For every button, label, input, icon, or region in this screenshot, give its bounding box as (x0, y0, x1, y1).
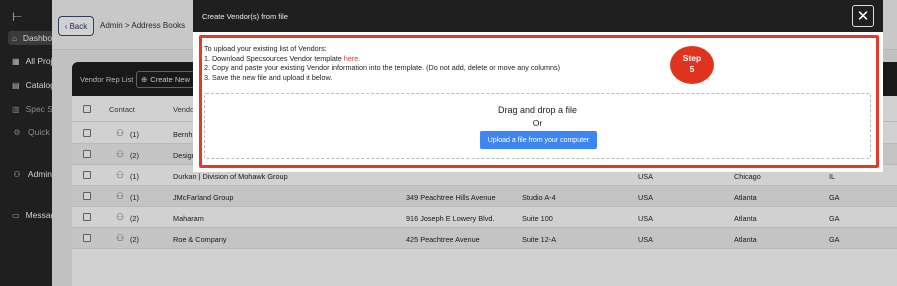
sidebar-item-admin[interactable]: ⚇ Admin (12, 167, 52, 181)
quick-icon: ⚙ (13, 127, 21, 137)
sidebar-item-catalog[interactable]: ▤ Catalog (12, 78, 52, 92)
sidebar-item-label: Messages (25, 210, 52, 220)
spec-icon: ▥ (12, 104, 20, 114)
modal-header: Create Vendor(s) from file ✕ (193, 0, 883, 32)
user-icon: ⚇ (13, 169, 21, 179)
sidebar-item-spec[interactable]: ▥ Spec Sheets (12, 102, 52, 116)
sidebar-item-label: Quick (28, 127, 50, 137)
close-icon: ✕ (856, 7, 870, 25)
sidebar: ⊢ ⌂ Dashboard ▦ All Projects ▤ Catalog ▥… (0, 0, 52, 286)
sidebar-item-label: Spec Sheets (25, 104, 52, 114)
home-icon: ⌂ (12, 33, 17, 43)
catalog-icon: ▤ (12, 80, 20, 90)
sidebar-item-quick[interactable]: ⚙ Quick (12, 125, 52, 139)
app-logo-icon: ⊢ (12, 10, 23, 24)
sidebar-item-dashboard[interactable]: ⌂ Dashboard (8, 31, 52, 45)
sidebar-item-all-projects[interactable]: ▦ All Projects (12, 54, 52, 68)
sidebar-item-label: Admin (27, 169, 52, 179)
sidebar-item-label: All Projects (25, 56, 52, 66)
message-icon: ▭ (12, 210, 20, 220)
sidebar-item-messages[interactable]: ▭ Messages (12, 208, 52, 222)
modal-title: Create Vendor(s) from file (202, 12, 288, 21)
grid-icon: ▦ (12, 56, 20, 66)
step-highlight-frame (199, 35, 879, 168)
sidebar-item-label: Dashboard (22, 33, 52, 43)
close-button[interactable]: ✕ (852, 5, 874, 27)
sidebar-item-label: Catalog (25, 80, 52, 90)
